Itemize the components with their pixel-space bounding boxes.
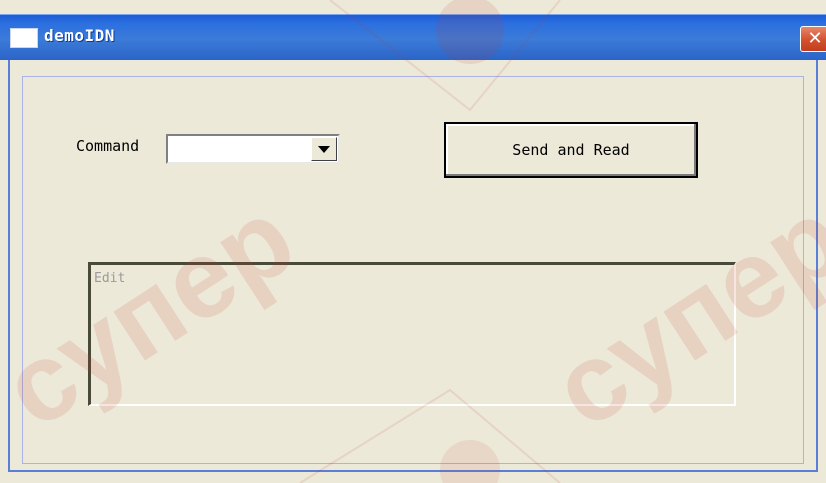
chevron-down-icon <box>318 146 330 153</box>
send-and-read-button[interactable]: Send and Read <box>444 122 698 178</box>
app-window: demoIDN ✕ Command Send and Read Edit суп… <box>0 0 826 483</box>
window-title: demoIDN <box>44 26 115 45</box>
command-label: Command <box>76 137 140 155</box>
title-bar[interactable]: demoIDN ✕ <box>0 14 826 60</box>
edit-placeholder: Edit <box>94 271 126 286</box>
command-combobox[interactable] <box>166 134 340 164</box>
window-app-icon <box>10 28 38 48</box>
combo-dropdown-button[interactable] <box>311 137 337 161</box>
close-button[interactable]: ✕ <box>800 26 826 52</box>
close-icon: ✕ <box>807 28 823 49</box>
edit-output-box[interactable]: Edit <box>88 262 736 406</box>
